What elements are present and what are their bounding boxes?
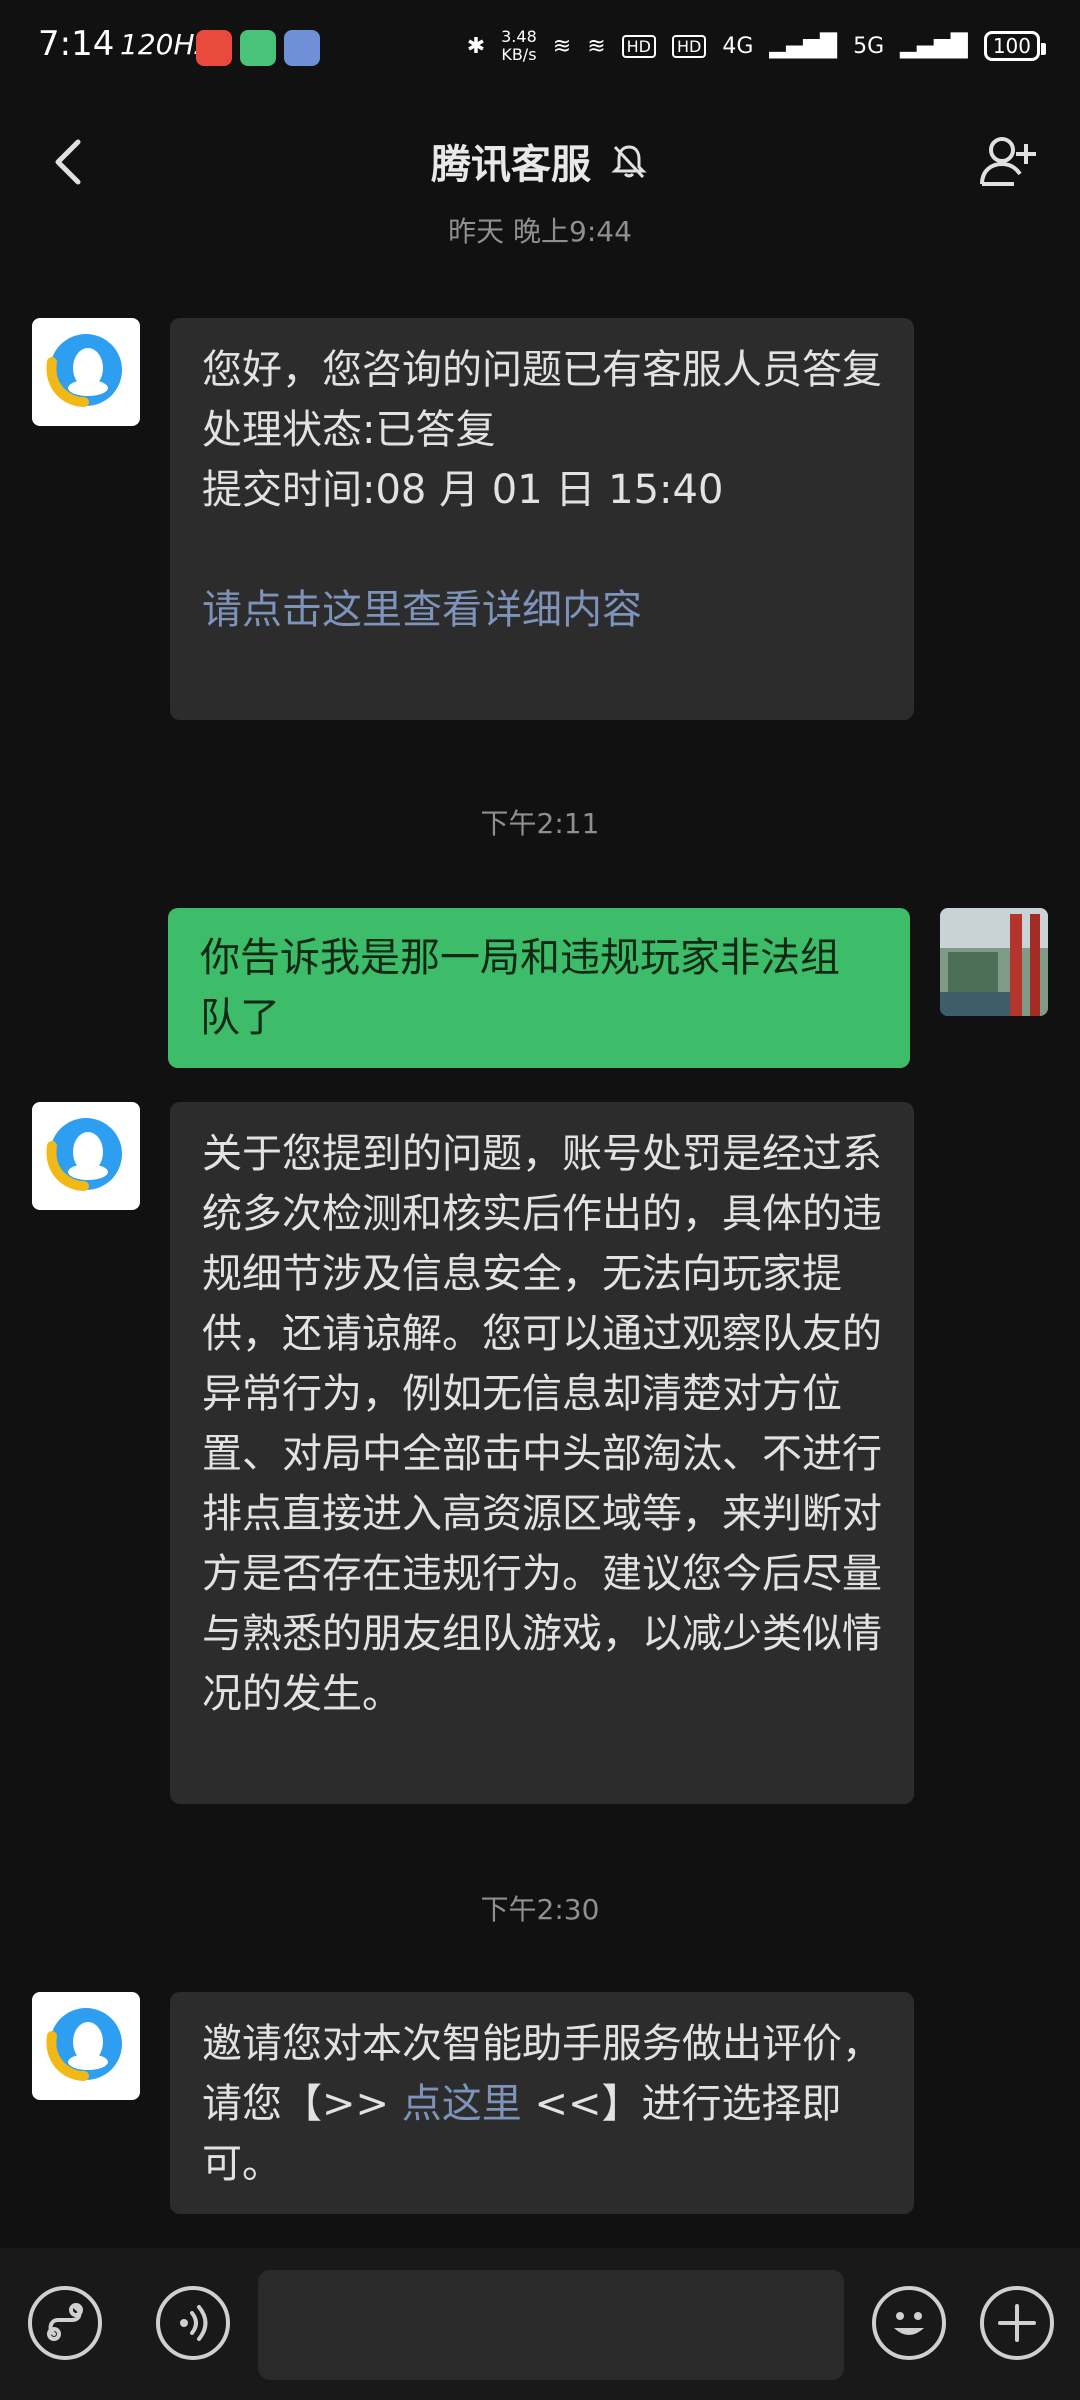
- mute-bell-icon: [611, 145, 647, 179]
- signal-bars-icon: ▂▄▆█: [769, 33, 838, 59]
- title-area: 腾讯客服: [0, 96, 1080, 226]
- message-bubble-service: 您好，您咨询的问题已有客服人员答复 处理状态:已答复 提交时间:08 月 01 …: [170, 318, 914, 720]
- qq-logo-icon: [46, 2008, 122, 2081]
- service-avatar[interactable]: [32, 1102, 140, 1210]
- signal-4g: 4G: [722, 33, 754, 59]
- message-text: 处理状态:已答复: [202, 407, 496, 453]
- bluetooth-icon: ✱: [466, 33, 486, 59]
- input-bar: [0, 2248, 1080, 2400]
- chat-header: 腾讯客服: [0, 96, 1080, 226]
- signal-bars-icon-2: ▂▄▆█: [900, 33, 968, 59]
- signal-5g: 5G: [853, 33, 885, 59]
- timestamp-previous: 昨天 晚上9:44: [448, 215, 632, 248]
- plus-icon[interactable]: [980, 2286, 1054, 2360]
- service-avatar[interactable]: [32, 1992, 140, 2100]
- message-bubble-self: 你告诉我是那一局和违规玩家非法组队了: [168, 908, 910, 1068]
- status-indicators: ✱ 3.48 KB/s ≋ ≋ HD HD 4G ▂▄▆█ 5G ▂▄▆█ 10…: [466, 27, 1047, 64]
- hd-badge-2: HD: [671, 34, 707, 58]
- message-input[interactable]: [258, 2270, 844, 2380]
- message-text: 关于您提到的问题，账号处罚是经过系统多次检测和核实后作出的，具体的违规细节涉及信…: [202, 1131, 882, 1717]
- qq-logo-icon: [46, 1118, 122, 1191]
- rating-link[interactable]: 点这里: [402, 2081, 522, 2127]
- service-avatar[interactable]: [32, 318, 140, 426]
- network-speed: 3.48 KB/s: [501, 27, 537, 64]
- message-bubble-service: 关于您提到的问题，账号处罚是经过系统多次检测和核实后作出的，具体的违规细节涉及信…: [170, 1102, 914, 1804]
- message-text: 提交时间:08 月 01 日 15:40: [202, 467, 724, 513]
- message-bubble-service: 邀请您对本次智能助手服务做出评价，请您【>> 点这里 <<】进行选择即可。: [170, 1992, 914, 2214]
- detail-link[interactable]: 请点击这里查看详细内容: [202, 580, 882, 640]
- hd-badge: HD: [621, 34, 656, 58]
- mini-program-icon[interactable]: [28, 2286, 102, 2360]
- qq-logo-icon: [46, 334, 122, 407]
- status-time: 7:14: [38, 24, 115, 64]
- battery-indicator: 100: [983, 31, 1047, 61]
- status-bar: 7:14 120Hz ✱ 3.48 KB/s ≋ ≋ HD HD 4G ▂▄▆█…: [0, 0, 1080, 96]
- message-text: 你告诉我是那一局和违规玩家非法组队了: [200, 935, 840, 1041]
- emoji-icon[interactable]: [872, 2286, 946, 2360]
- wifi-icon-2: ≋: [587, 33, 606, 59]
- app-notification-icon: [196, 30, 232, 66]
- message-text: 您好，您咨询的问题已有客服人员答复: [202, 347, 882, 393]
- wifi-icon: ≋: [552, 33, 572, 59]
- user-avatar[interactable]: [940, 908, 1048, 1016]
- chat-title: 腾讯客服: [431, 142, 591, 188]
- message-notification-icon: [240, 30, 276, 66]
- garden-photo-icon: [940, 908, 1048, 1016]
- timestamp: 下午2:30: [480, 1893, 600, 1926]
- weather-notification-icon: [284, 30, 320, 66]
- voice-input-icon[interactable]: [156, 2286, 230, 2360]
- add-user-icon[interactable]: [976, 130, 1040, 194]
- timestamp: 下午2:11: [480, 807, 600, 840]
